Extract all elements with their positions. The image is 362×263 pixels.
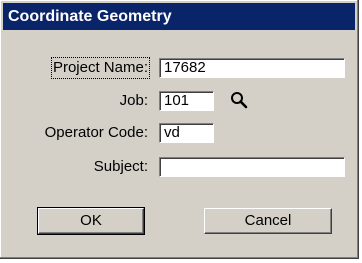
operator-code-field[interactable]: vd — [159, 123, 214, 143]
magnifier-icon-graphic — [231, 92, 248, 109]
project-name-label: Project Name: — [50, 57, 151, 79]
job-label: Job: — [119, 92, 148, 109]
operator-code-label: Operator Code: — [44, 124, 148, 141]
coordinate-geometry-dialog: Coordinate Geometry Project Name: 17682 … — [0, 0, 359, 259]
cancel-button[interactable]: Cancel — [204, 208, 332, 234]
ok-button[interactable]: OK — [37, 207, 145, 235]
job-field[interactable]: 101 — [159, 91, 214, 111]
subject-label: Subject: — [93, 158, 148, 175]
project-name-field[interactable]: 17682 — [159, 58, 345, 78]
magnifier-icon[interactable] — [228, 89, 250, 111]
title-bar[interactable]: Coordinate Geometry — [3, 3, 355, 30]
dialog-title: Coordinate Geometry — [8, 8, 172, 25]
subject-field[interactable] — [159, 157, 345, 177]
